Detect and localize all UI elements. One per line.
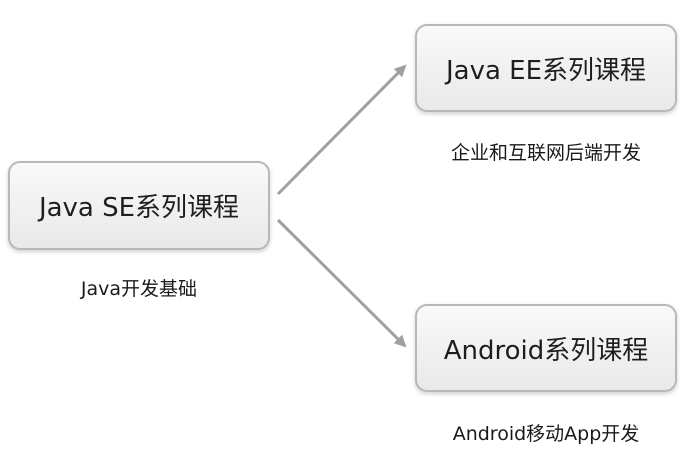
android-node: Android系列课程 bbox=[415, 304, 677, 392]
java-se-node: Java SE系列课程 bbox=[8, 161, 270, 250]
arrow-se-to-android bbox=[276, 218, 407, 348]
java-ee-node: Java EE系列课程 bbox=[415, 24, 677, 112]
java-se-caption: Java开发基础 bbox=[80, 278, 198, 300]
android-node-label: Android系列课程 bbox=[443, 335, 649, 366]
android-caption: Android移动App开发 bbox=[452, 423, 640, 445]
java-ee-node-label: Java EE系列课程 bbox=[445, 55, 647, 86]
arrow-se-to-ee bbox=[276, 64, 407, 196]
java-se-node-label: Java SE系列课程 bbox=[38, 193, 240, 223]
java-ee-caption: 企业和互联网后端开发 bbox=[450, 142, 641, 164]
